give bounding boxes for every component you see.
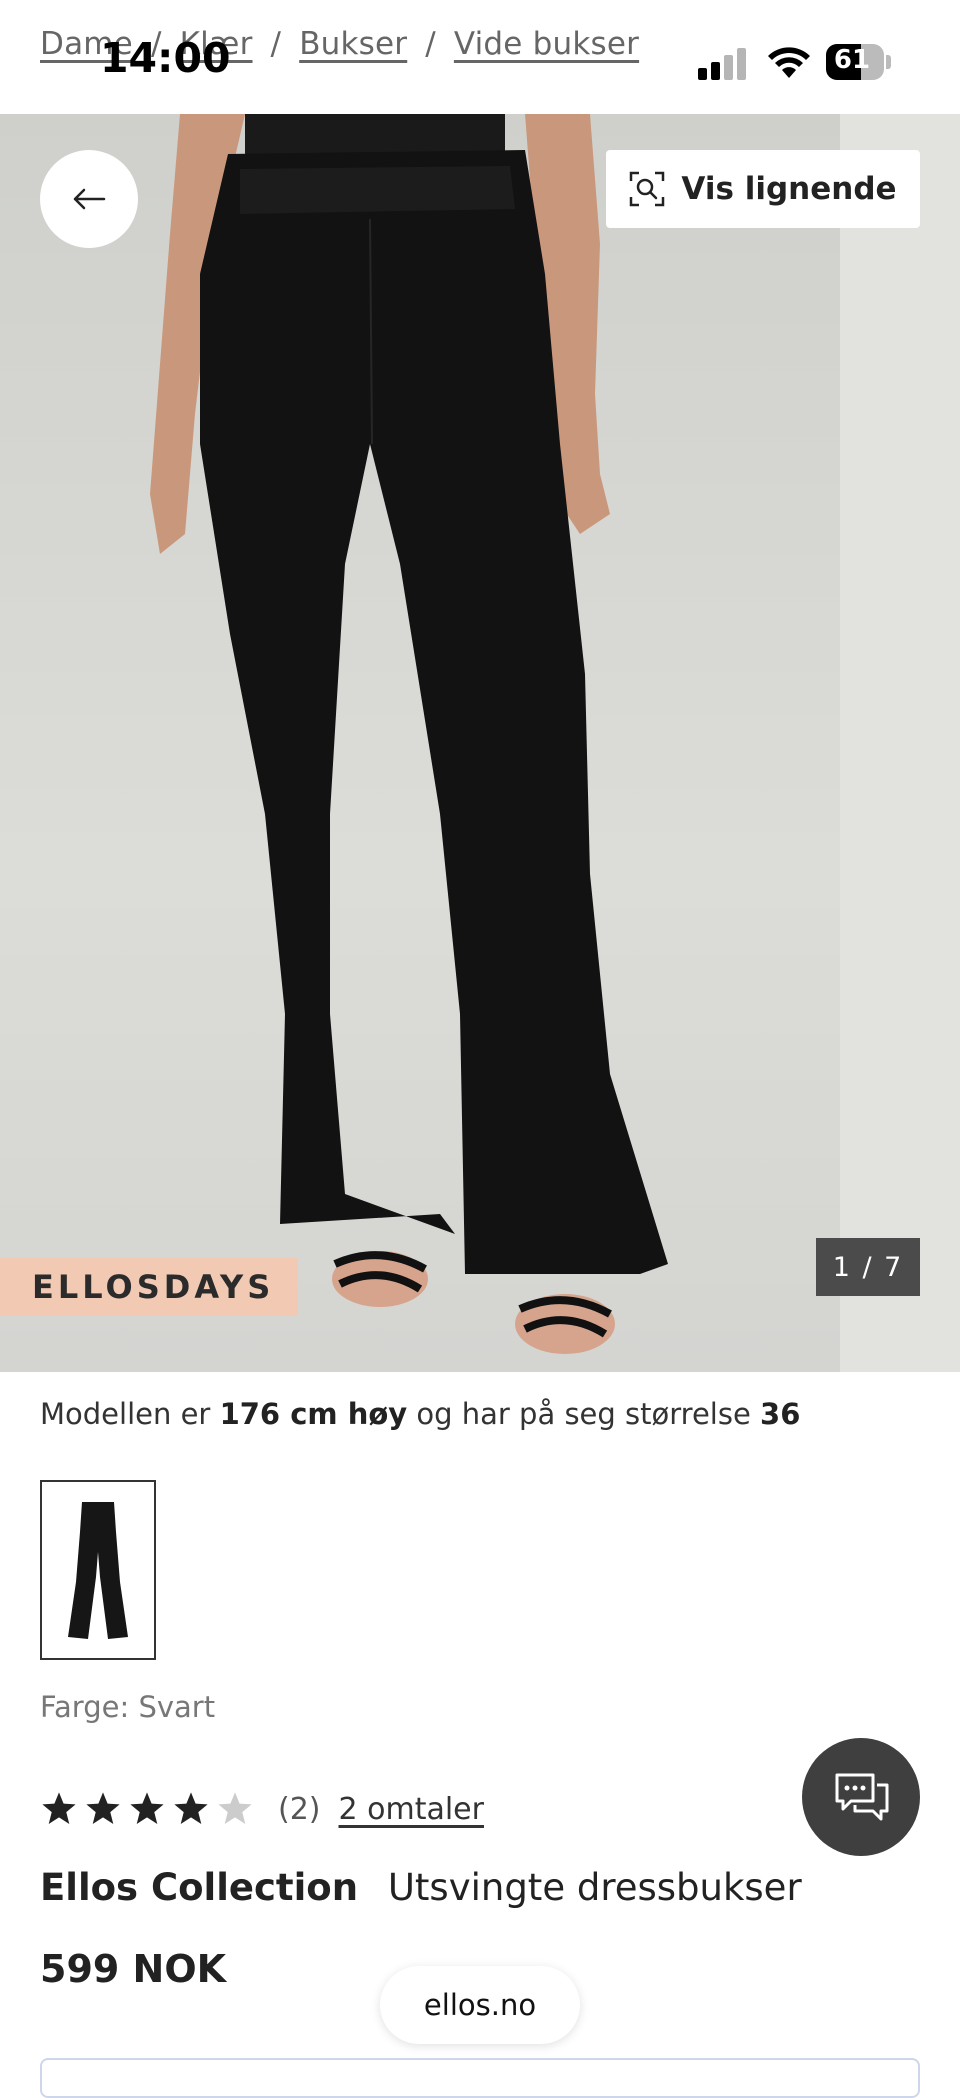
model-size: 36: [760, 1397, 801, 1431]
top-bar: Dame / Klær / Bukser / Vide bukser 14:00 61: [0, 0, 960, 114]
arrow-left-icon: [73, 188, 106, 210]
image-counter: 1 / 7: [816, 1238, 920, 1296]
model-info-middle: og har på seg størrelse: [416, 1397, 751, 1431]
rating: (2) 2 omtaler: [40, 1784, 484, 1834]
star-icon: [42, 1792, 76, 1825]
battery-icon: 61: [826, 44, 891, 80]
product-brand[interactable]: Ellos Collection: [40, 1866, 358, 1909]
color-value: Svart: [138, 1690, 216, 1724]
breadcrumb-separator: /: [425, 26, 436, 62]
product-price: 599 NOK: [40, 1947, 227, 1991]
product-name: Utsvingte dressbukser: [387, 1866, 802, 1909]
star-icon: [218, 1792, 252, 1825]
color-label-prefix: Farge:: [40, 1690, 130, 1724]
model-info-prefix: Modellen er: [40, 1397, 211, 1431]
star-icon: [130, 1792, 164, 1825]
wifi-icon: [768, 47, 810, 78]
campaign-tag: ELLOSDAYS: [0, 1258, 298, 1316]
back-button[interactable]: [40, 150, 138, 248]
product-photo: [150, 114, 668, 1354]
chat-button[interactable]: [802, 1738, 920, 1856]
visual-search-icon: [630, 171, 665, 207]
breadcrumb-separator: /: [270, 26, 282, 62]
breadcrumb-item-vide-bukser[interactable]: Vide bukser: [454, 26, 639, 62]
battery-percent: 61: [833, 45, 871, 75]
reviews-link[interactable]: 2 omtaler: [339, 1792, 484, 1827]
model-info: Modellen er 176 cm høy og har på seg stø…: [40, 1397, 800, 1431]
chat-bubbles-icon: [835, 1773, 889, 1821]
browser-address-pill[interactable]: ellos.no: [380, 1966, 580, 2044]
product-title: Ellos Collection Utsvingte dressbukser: [40, 1866, 802, 1909]
breadcrumb-item-bukser[interactable]: Bukser: [299, 26, 407, 62]
cellular-signal-icon: [698, 46, 750, 80]
model-height: 176 cm høy: [219, 1397, 408, 1431]
star-icon: [86, 1792, 120, 1825]
show-similar-label: Vis lignende: [681, 171, 897, 207]
color-swatch-thumbnail[interactable]: [40, 1480, 156, 1660]
product-image-gallery[interactable]: Vis lignende ELLOSDAYS 1 / 7: [0, 114, 960, 1372]
trousers-thumbnail-image: [68, 1502, 128, 1639]
color-label: Farge: Svart: [40, 1690, 215, 1724]
show-similar-button[interactable]: Vis lignende: [606, 150, 920, 228]
star-icon: [174, 1792, 208, 1825]
size-selector[interactable]: [40, 2058, 920, 2098]
status-time: 14:00: [100, 34, 231, 82]
rating-count: (2): [278, 1791, 321, 1827]
rating-stars: [40, 1790, 254, 1828]
